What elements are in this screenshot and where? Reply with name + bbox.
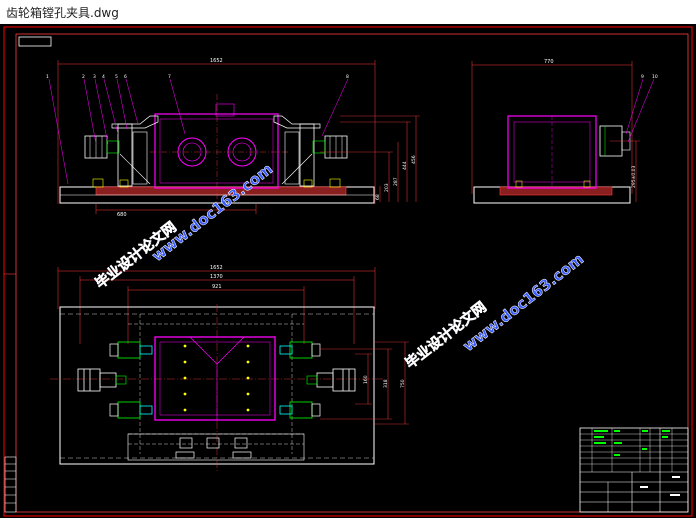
balloon-7: 7 xyxy=(168,74,171,80)
side-view: 770 295±0.03 9 10 xyxy=(471,59,658,204)
front-dim-total: 1652 xyxy=(210,58,223,64)
window-title: 齿轮箱镗孔夹具.dwg xyxy=(6,6,119,20)
title-block xyxy=(579,427,689,513)
top-dim-2: 1370 xyxy=(210,274,223,280)
balloon-10: 10 xyxy=(652,74,658,80)
balloon-6: 6 xyxy=(124,74,127,80)
balloon-5: 5 xyxy=(115,74,118,80)
side-dim-height: 295±0.03 xyxy=(631,165,637,188)
top-view: 1652 1370 921 160 318 750 xyxy=(50,265,409,472)
top-dim-r1: 160 xyxy=(363,375,369,384)
front-dim-r1: 68 xyxy=(375,194,381,200)
front-dim-base: 680 xyxy=(117,212,127,218)
front-dim-r3: 287 xyxy=(393,177,399,186)
balloon-4: 4 xyxy=(102,74,105,80)
balloon-2: 2 xyxy=(82,74,85,80)
top-dim-r2: 318 xyxy=(383,379,389,388)
cad-drawing-canvas[interactable]: 1652 680 68 203 287 444 456 1 2 3 4 5 6 … xyxy=(0,24,696,518)
balloon-8: 8 xyxy=(346,74,349,80)
top-dim-1: 1652 xyxy=(210,265,223,271)
balloon-1: 1 xyxy=(46,74,49,80)
side-dim-total: 770 xyxy=(544,59,554,65)
top-dim-3: 921 xyxy=(212,284,222,290)
top-dim-r3: 750 xyxy=(400,379,406,388)
left-margin-table xyxy=(4,456,17,513)
front-dim-r5: 456 xyxy=(411,155,417,164)
balloon-9: 9 xyxy=(641,74,644,80)
watermark-site-1: www.doc163.com xyxy=(148,160,276,265)
front-dim-r4: 444 xyxy=(402,161,408,170)
balloon-3: 3 xyxy=(93,74,96,80)
window-titlebar: 齿轮箱镗孔夹具.dwg xyxy=(0,0,696,24)
front-dim-r2: 203 xyxy=(384,183,390,192)
